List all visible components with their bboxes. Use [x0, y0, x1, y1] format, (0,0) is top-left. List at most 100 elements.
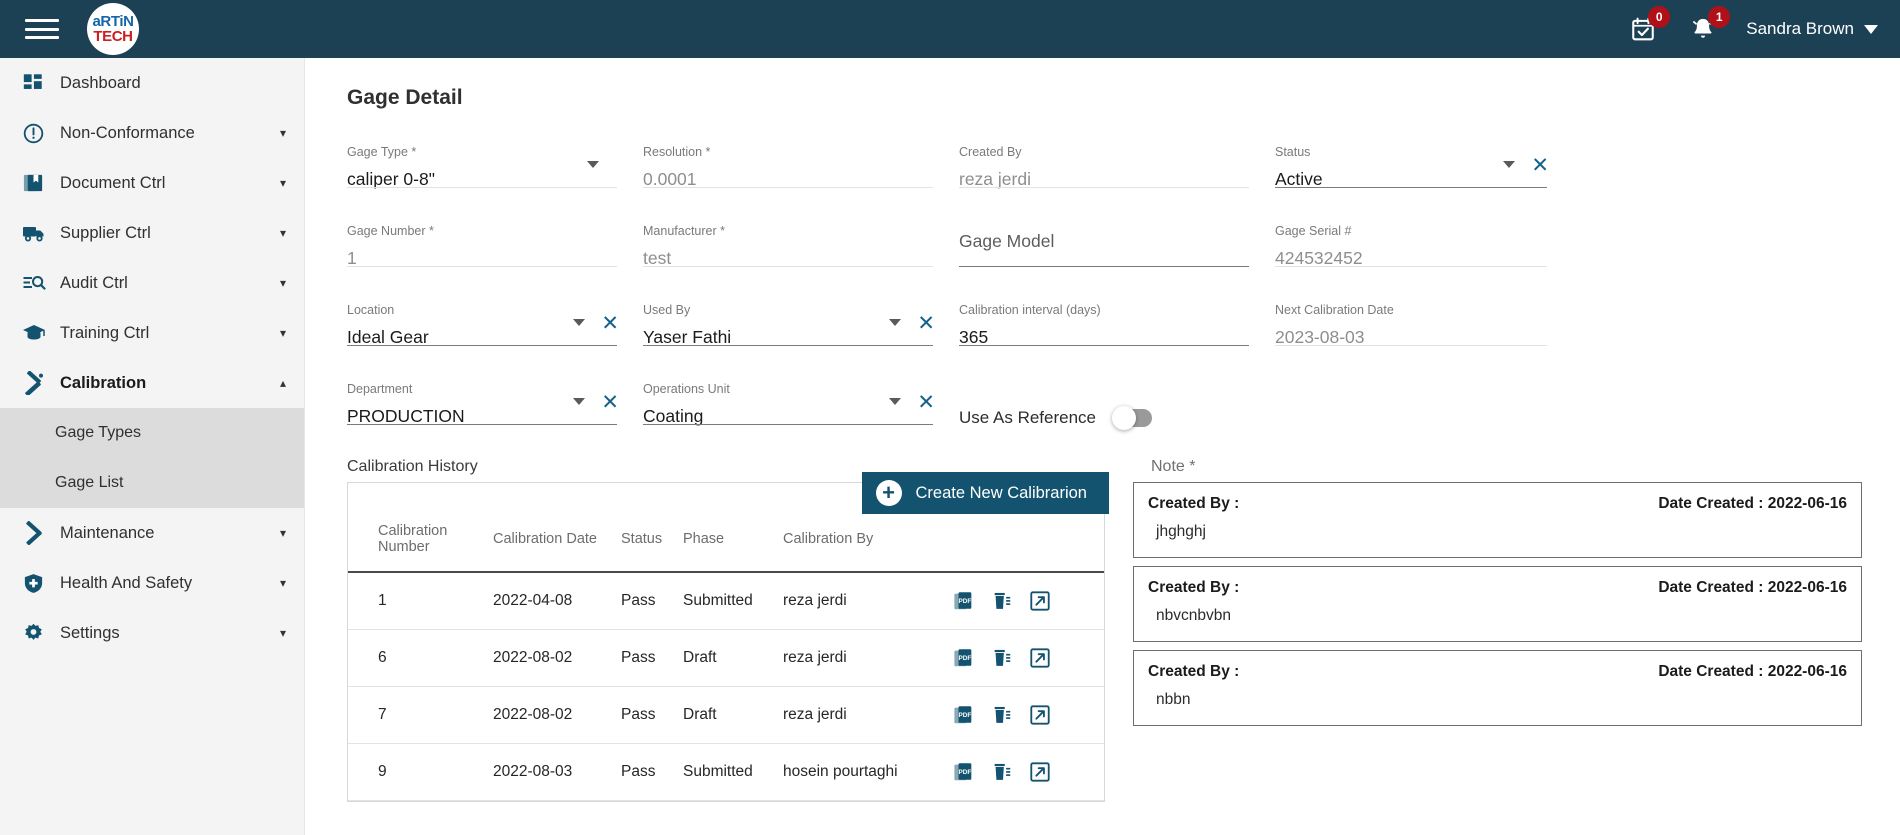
sidebar-subitem-label: Gage List	[55, 474, 124, 491]
chevron-down-icon[interactable]	[573, 319, 585, 326]
hamburger-menu-icon[interactable]	[25, 16, 59, 42]
calendar-tasks-button[interactable]: 0	[1626, 6, 1671, 46]
sidebar-item-label: Document Ctrl	[60, 173, 166, 192]
sidebar-item-dashboard[interactable]: Dashboard	[0, 58, 304, 108]
table-row[interactable]: 6 2022-08-02 Pass Draft reza jerdi PDF	[348, 629, 1104, 687]
sidebar-item-maintenance[interactable]: Maintenance ▾	[0, 508, 304, 558]
created-by-field[interactable]: Created By reza jerdi	[959, 132, 1249, 202]
gage-model-field[interactable]: Gage Model	[959, 211, 1249, 281]
sidebar-item-non-conformance[interactable]: Non-Conformance ▾	[0, 108, 304, 158]
brand-logo-line2: TECH	[93, 28, 133, 45]
chevron-down-icon[interactable]	[1503, 161, 1515, 168]
chevron-down-icon: ▾	[279, 126, 286, 140]
sidebar-item-settings[interactable]: Settings ▾	[0, 608, 304, 658]
open-external-icon[interactable]	[1029, 590, 1051, 612]
chevron-down-icon[interactable]	[587, 161, 599, 168]
sidebar-item-training-ctrl[interactable]: Training Ctrl ▾	[0, 308, 304, 358]
cell-actions: PDF	[953, 686, 1104, 744]
resolution-field[interactable]: Resolution * 0.0001	[643, 132, 933, 202]
notifications-badge-count: 1	[1708, 6, 1731, 28]
note-card[interactable]: Created By : Date Created : 2022-06-16 n…	[1133, 566, 1862, 642]
brand-logo[interactable]: aRTiN TECH	[87, 3, 139, 55]
user-menu[interactable]: Sandra Brown	[1746, 19, 1878, 39]
sidebar-item-label: Non-Conformance	[60, 123, 195, 142]
table-row[interactable]: 1 2022-04-08 Pass Submitted reza jerdi P…	[348, 572, 1104, 630]
calibration-interval-field[interactable]: Calibration interval (days) 365	[959, 290, 1249, 360]
sidebar-item-calibration[interactable]: Calibration ▴	[0, 358, 304, 408]
sidebar-item-audit-ctrl[interactable]: Audit Ctrl ▾	[0, 258, 304, 308]
column-header-calibration-date: Calibration Date	[493, 517, 621, 573]
cell-phase: Draft	[683, 629, 783, 687]
column-header-calibration-number: Calibration Number	[348, 517, 493, 573]
next-calibration-date-field[interactable]: Next Calibration Date 2023-08-03	[1275, 290, 1547, 360]
pdf-icon[interactable]: PDF	[953, 761, 975, 783]
sidebar-item-document-ctrl[interactable]: Document Ctrl ▾	[0, 158, 304, 208]
table-row[interactable]: 7 2022-08-02 Pass Draft reza jerdi PDF	[348, 686, 1104, 744]
dashboard-icon	[22, 72, 52, 94]
pdf-icon[interactable]: PDF	[953, 647, 975, 669]
sidebar-item-health-and-safety[interactable]: Health And Safety ▾	[0, 558, 304, 608]
delete-icon[interactable]	[991, 647, 1013, 669]
note-created-by-label: Created By :	[1148, 495, 1240, 512]
note-text: jhghghj	[1156, 523, 1206, 540]
department-field[interactable]: Department PRODUCTION ✕	[347, 369, 619, 439]
use-as-reference-toggle[interactable]	[1112, 406, 1153, 430]
used-by-clear-icon[interactable]: ✕	[917, 313, 935, 334]
department-clear-icon[interactable]: ✕	[601, 392, 619, 413]
delete-icon[interactable]	[991, 590, 1013, 612]
gage-number-field[interactable]: Gage Number * 1	[347, 211, 617, 281]
status-clear-icon[interactable]: ✕	[1531, 155, 1549, 176]
created-by-label: Created By	[959, 145, 1022, 159]
svg-text:PDF: PDF	[959, 655, 972, 662]
location-value: Ideal Gear	[347, 326, 429, 347]
cell-calibration-by: reza jerdi	[783, 629, 953, 687]
chevron-down-icon[interactable]	[889, 398, 901, 405]
notes-section: Note * Created By : Date Created : 2022-…	[1133, 458, 1862, 802]
delete-icon[interactable]	[991, 761, 1013, 783]
chevron-down-icon[interactable]	[573, 398, 585, 405]
sidebar-subitem-gage-types[interactable]: Gage Types	[0, 408, 304, 458]
gage-type-field[interactable]: Gage Type * caliper 0-8"	[347, 132, 617, 202]
svg-text:PDF: PDF	[959, 598, 972, 605]
row-action-group: PDF	[953, 761, 1104, 783]
gage-serial-field[interactable]: Gage Serial # 424532452	[1275, 211, 1547, 281]
chevron-up-icon: ▴	[279, 376, 286, 390]
status-label: Status	[1275, 145, 1311, 159]
operations-unit-field[interactable]: Operations Unit Coating ✕	[643, 369, 935, 439]
status-field[interactable]: Status Active ✕	[1275, 132, 1549, 202]
resolution-label: Resolution *	[643, 145, 711, 159]
cell-calibration-date: 2022-08-03	[493, 743, 621, 801]
note-card[interactable]: Created By : Date Created : 2022-06-16 n…	[1133, 650, 1862, 726]
open-external-icon[interactable]	[1029, 704, 1051, 726]
created-by-value: reza jerdi	[959, 168, 1031, 189]
note-card[interactable]: Created By : Date Created : 2022-06-16 j…	[1133, 482, 1862, 558]
top-bar-right: 0 1 Sandra Brown	[1626, 6, 1900, 46]
lower-section: Calibration History + Create New Calibra…	[305, 448, 1900, 802]
open-external-icon[interactable]	[1029, 647, 1051, 669]
note-date-created: Date Created : 2022-06-16	[1658, 663, 1847, 680]
used-by-field[interactable]: Used By Yaser Fathi ✕	[643, 290, 935, 360]
main-content: Gage Detail Gage Type * caliper 0-8" Res…	[305, 58, 1900, 835]
notifications-button[interactable]: 1	[1686, 6, 1731, 46]
pdf-icon[interactable]: PDF	[953, 590, 975, 612]
pdf-icon[interactable]: PDF	[953, 704, 975, 726]
sidebar-subitem-gage-list[interactable]: Gage List	[0, 458, 304, 508]
create-new-calibration-button[interactable]: + Create New Calibrarion	[861, 472, 1109, 514]
used-by-label: Used By	[643, 303, 691, 317]
field-underline	[347, 266, 617, 267]
table-row[interactable]: 9 2022-08-03 Pass Submitted hosein pourt…	[348, 743, 1104, 801]
location-field[interactable]: Location Ideal Gear ✕	[347, 290, 619, 360]
field-underline	[1275, 266, 1547, 267]
manufacturer-field[interactable]: Manufacturer * test	[643, 211, 933, 281]
delete-icon[interactable]	[991, 704, 1013, 726]
cell-status: Pass	[621, 629, 683, 687]
location-clear-icon[interactable]: ✕	[601, 313, 619, 334]
toggle-knob	[1112, 406, 1137, 430]
chevron-down-icon[interactable]	[889, 319, 901, 326]
note-card-header: Created By : Date Created : 2022-06-16	[1148, 579, 1847, 597]
cell-calibration-date: 2022-04-08	[493, 572, 621, 630]
open-external-icon[interactable]	[1029, 761, 1051, 783]
sidebar-item-supplier-ctrl[interactable]: Supplier Ctrl ▾	[0, 208, 304, 258]
cell-calibration-number: 7	[348, 686, 493, 744]
operations-unit-clear-icon[interactable]: ✕	[917, 392, 935, 413]
